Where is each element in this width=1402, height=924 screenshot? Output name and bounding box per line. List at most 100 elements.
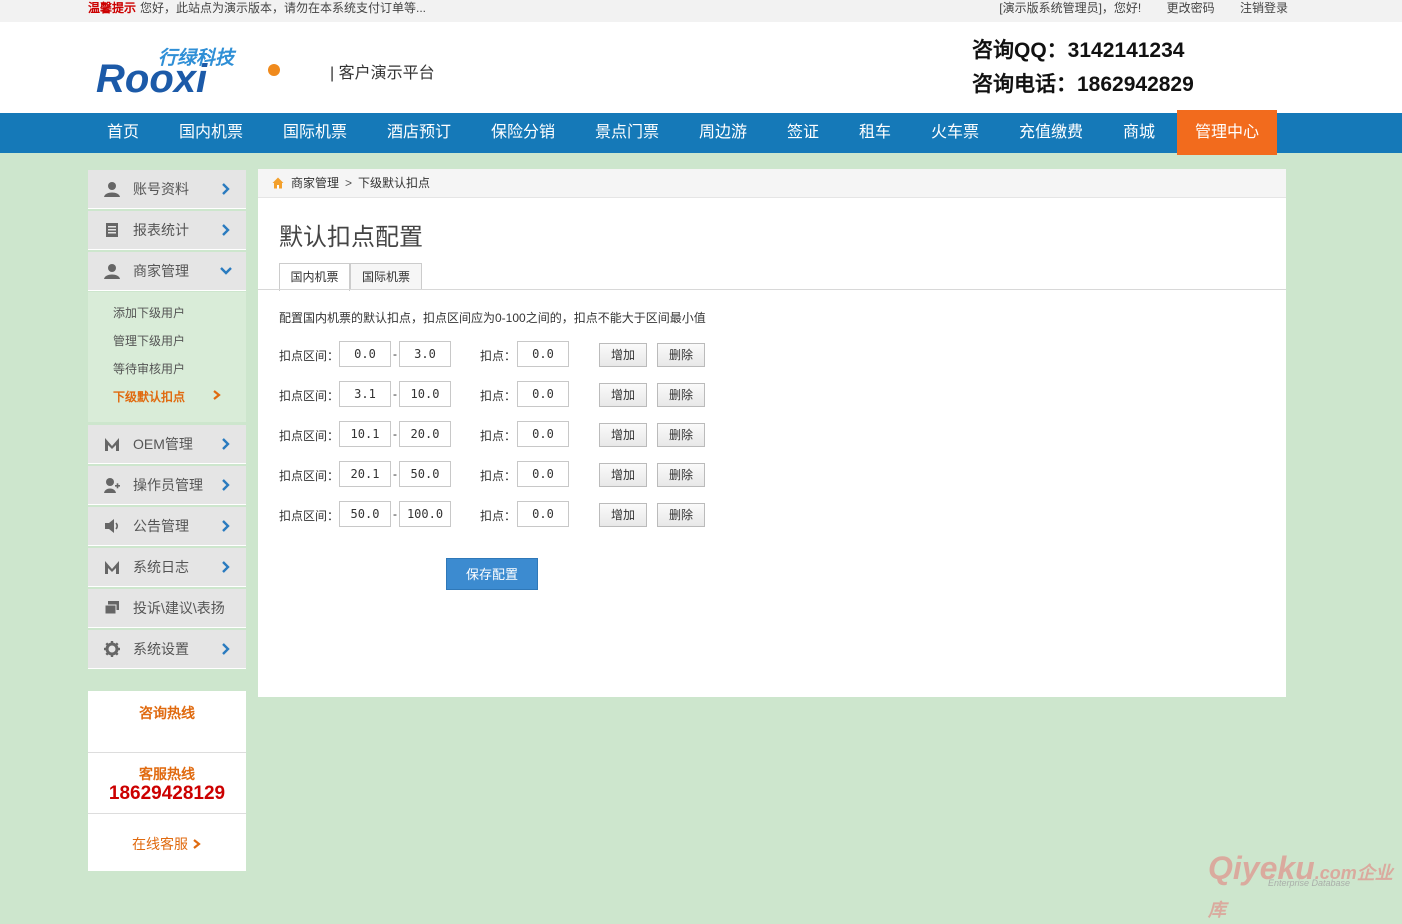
save-config-button[interactable]: 保存配置 xyxy=(446,558,538,590)
chevron-right-icon xyxy=(222,561,230,573)
nav-international-flights[interactable]: 国际机票 xyxy=(270,113,360,153)
range-from-input[interactable]: 20.1 xyxy=(339,461,391,487)
tab-domestic[interactable]: 国内机票 xyxy=(279,263,350,291)
breadcrumb-parent[interactable]: 商家管理 xyxy=(291,176,339,190)
point-label: 扣点： xyxy=(480,389,517,403)
sidebar-item-label: 操作员管理 xyxy=(133,477,203,493)
online-service-link[interactable]: 在线客服 xyxy=(88,834,246,854)
breadcrumb: 商家管理 > 下级默认扣点 xyxy=(258,169,1286,198)
sidebar-item-label: 商家管理 xyxy=(133,263,189,279)
nav-mall[interactable]: 商城 xyxy=(1108,113,1170,153)
nav-hotel[interactable]: 酒店预订 xyxy=(374,113,464,153)
submenu-add-sub-user[interactable]: 添加下级用户 xyxy=(113,304,185,321)
range-dash: - xyxy=(393,507,397,521)
notice: 温馨提示 您好，此站点为演示版本，请勿在本系统支付订单等... xyxy=(88,0,426,16)
range-from-input[interactable]: 10.1 xyxy=(339,421,391,447)
logo-en-text: Rooxi xyxy=(96,57,208,96)
submenu-pending-users[interactable]: 等待审核用户 xyxy=(113,360,185,377)
speaker-icon xyxy=(105,519,119,533)
sidebar-item-label: 系统日志 xyxy=(133,559,189,575)
nav-insurance[interactable]: 保险分销 xyxy=(478,113,568,153)
change-password-link[interactable]: 更改密码 xyxy=(1167,1,1215,15)
tab-international[interactable]: 国际机票 xyxy=(350,263,422,290)
delete-button[interactable]: 删除 xyxy=(657,463,705,487)
range-to-input[interactable]: 50.0 xyxy=(399,461,451,487)
nav-recharge[interactable]: 充值缴费 xyxy=(1006,113,1096,153)
sidebar-item-settings[interactable]: 系统设置 xyxy=(88,630,246,669)
range-to-input[interactable]: 20.0 xyxy=(399,421,451,447)
range-from-input[interactable]: 0.0 xyxy=(339,341,391,367)
nav-train[interactable]: 火车票 xyxy=(918,113,992,153)
add-button[interactable]: 增加 xyxy=(599,503,647,527)
range-label: 扣点区间： xyxy=(279,349,340,363)
sidebar-item-oem[interactable]: OEM管理 xyxy=(88,425,246,464)
rooxi-logo[interactable]: 行绿科技 Rooxi xyxy=(96,44,286,96)
range-dash: - xyxy=(393,347,397,361)
point-input[interactable]: 0.0 xyxy=(517,421,569,447)
range-label: 扣点区间： xyxy=(279,509,340,523)
submenu-default-points[interactable]: 下级默认扣点 xyxy=(113,388,185,405)
service-hotline-title: 客服热线 xyxy=(139,766,195,782)
sidebar-item-system-log[interactable]: 系统日志 xyxy=(88,548,246,587)
point-label: 扣点： xyxy=(480,349,517,363)
range-dash: - xyxy=(393,427,397,441)
add-button[interactable]: 增加 xyxy=(599,383,647,407)
logout-link[interactable]: 注销登录 xyxy=(1240,1,1288,15)
point-label: 扣点： xyxy=(480,429,517,443)
sidebar-item-merchant[interactable]: 商家管理 xyxy=(88,252,246,291)
point-input[interactable]: 0.0 xyxy=(517,341,569,367)
main-nav: 首页 国内机票 国际机票 酒店预订 保险分销 景点门票 周边游 签证 租车 火车… xyxy=(0,110,1402,155)
point-label: 扣点： xyxy=(480,469,517,483)
nav-domestic-flights[interactable]: 国内机票 xyxy=(166,113,256,153)
nav-attractions[interactable]: 景点门票 xyxy=(582,113,672,153)
watermark-subtitle: Enterprise Database xyxy=(1268,878,1351,888)
chevron-down-icon xyxy=(220,267,232,275)
divider xyxy=(88,813,246,814)
user-icon xyxy=(104,264,120,279)
sidebar-item-reports[interactable]: 报表统计 xyxy=(88,211,246,250)
divider xyxy=(88,752,246,753)
point-input[interactable]: 0.0 xyxy=(517,461,569,487)
range-to-input[interactable]: 100.0 xyxy=(399,501,451,527)
chevron-right-icon xyxy=(222,224,230,236)
point-input[interactable]: 0.0 xyxy=(517,501,569,527)
range-to-input[interactable]: 10.0 xyxy=(399,381,451,407)
delete-button[interactable]: 删除 xyxy=(657,503,705,527)
add-button[interactable]: 增加 xyxy=(599,463,647,487)
greeting: [演示版系统管理员]，您好! xyxy=(999,1,1142,15)
breadcrumb-separator: > xyxy=(345,176,353,190)
add-button[interactable]: 增加 xyxy=(599,343,647,367)
nav-visa[interactable]: 签证 xyxy=(772,113,834,153)
nav-home[interactable]: 首页 xyxy=(92,113,154,153)
contact-info: 咨询QQ：3142141234 咨询电话：1862942829 xyxy=(972,34,1194,102)
delete-button[interactable]: 删除 xyxy=(657,423,705,447)
range-to-input[interactable]: 3.0 xyxy=(399,341,451,367)
nav-tours[interactable]: 周边游 xyxy=(686,113,760,153)
delete-button[interactable]: 删除 xyxy=(657,383,705,407)
range-from-input[interactable]: 50.0 xyxy=(339,501,391,527)
chevron-right-icon xyxy=(222,643,230,655)
platform-title: | 客户演示平台 xyxy=(330,65,435,82)
user-links: [演示版系统管理员]，您好! 更改密码 注销登录 xyxy=(999,0,1288,16)
log-icon xyxy=(105,561,119,574)
page-title: 默认扣点配置 xyxy=(279,224,423,251)
nav-admin-center[interactable]: 管理中心 xyxy=(1177,110,1277,155)
report-icon xyxy=(106,223,118,237)
range-from-input[interactable]: 3.1 xyxy=(339,381,391,407)
delete-button[interactable]: 删除 xyxy=(657,343,705,367)
tabs-divider xyxy=(258,289,1286,290)
nav-car-rental[interactable]: 租车 xyxy=(844,113,906,153)
contact-phone: 咨询电话：1862942829 xyxy=(972,73,1194,96)
user-icon xyxy=(104,182,120,197)
range-dash: - xyxy=(393,467,397,481)
submenu-manage-sub-users[interactable]: 管理下级用户 xyxy=(113,332,185,349)
sidebar-item-account[interactable]: 账号资料 xyxy=(88,170,246,209)
point-input[interactable]: 0.0 xyxy=(517,381,569,407)
chevron-right-icon xyxy=(222,479,230,491)
add-button[interactable]: 增加 xyxy=(599,423,647,447)
online-service-label: 在线客服 xyxy=(132,836,189,852)
sidebar-item-label: 系统设置 xyxy=(133,641,189,657)
sidebar-item-announcements[interactable]: 公告管理 xyxy=(88,507,246,546)
sidebar-item-feedback[interactable]: 投诉\建议\表扬 xyxy=(88,589,246,628)
sidebar-item-operators[interactable]: 操作员管理 xyxy=(88,466,246,505)
